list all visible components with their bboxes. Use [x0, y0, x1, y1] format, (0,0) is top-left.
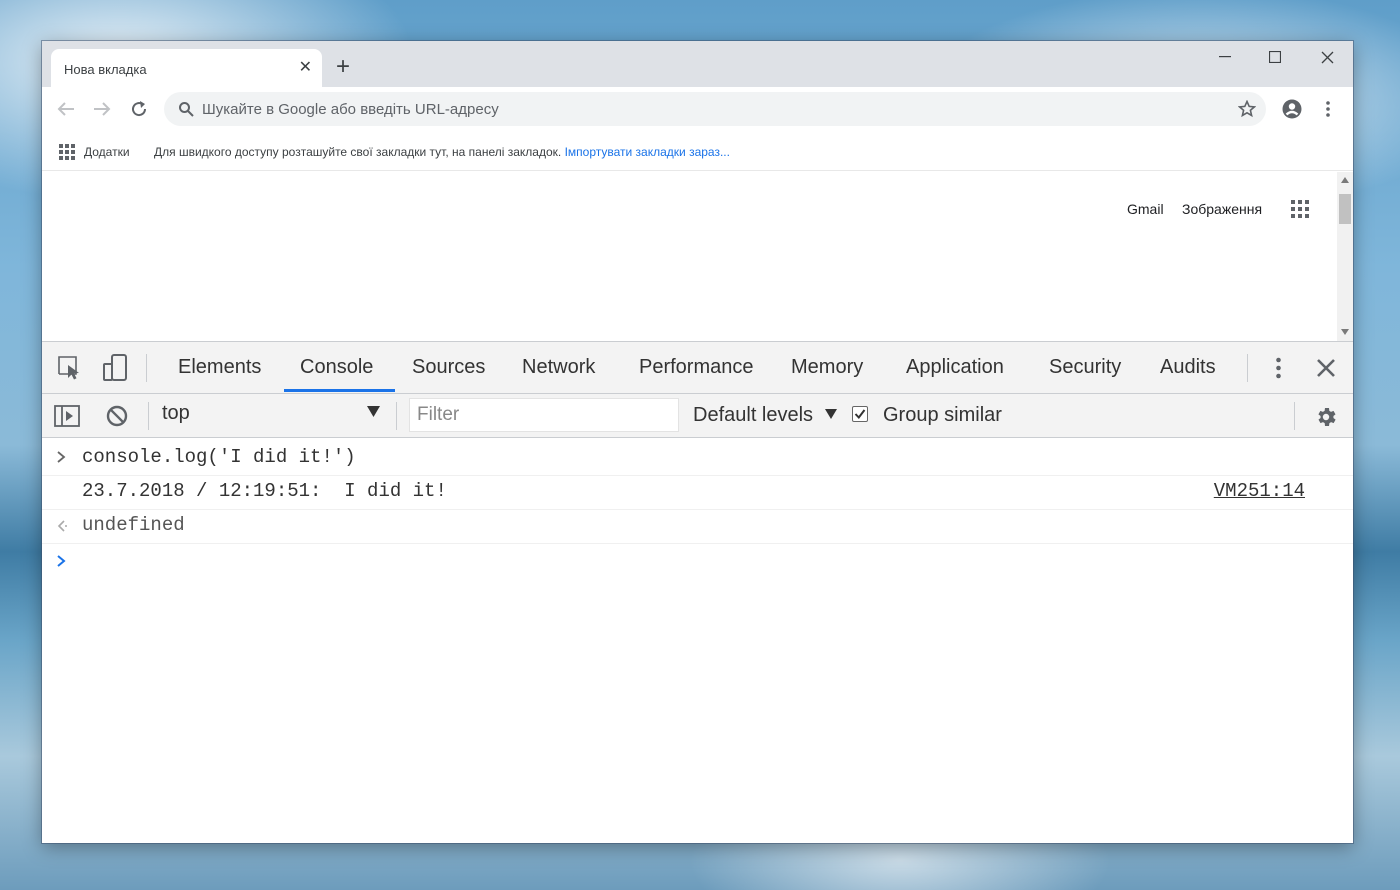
- new-tab-button[interactable]: +: [336, 55, 350, 79]
- maximize-icon: [1269, 51, 1281, 63]
- log-source-link[interactable]: VM251:14: [1214, 480, 1305, 502]
- browser-window: Нова вкладка ✕ + Шукайте в Google або вв…: [42, 41, 1353, 843]
- tab-network[interactable]: Network: [522, 356, 595, 379]
- result-value: undefined: [82, 514, 185, 536]
- close-window-icon: [1321, 51, 1333, 63]
- scroll-down-icon: [1341, 329, 1349, 335]
- toolbar-divider: [146, 354, 147, 382]
- apps-grid-icon: [59, 144, 75, 160]
- console-toolbar: top Default levels Group similar: [42, 394, 1353, 438]
- forward-arrow-icon: [94, 102, 111, 116]
- kebab-menu-icon: [1275, 357, 1281, 379]
- chrome-menu-button[interactable]: [1316, 97, 1340, 121]
- google-apps-icon[interactable]: [1291, 200, 1309, 218]
- tab-elements[interactable]: Elements: [178, 356, 261, 379]
- console-log-row: 23.7.2018 / 12:19:51: I did it! VM251:14: [42, 476, 1353, 510]
- bookmarks-hint: Для швидкого доступу розташуйте свої зак…: [154, 145, 730, 159]
- chevron-down-icon[interactable]: [367, 406, 380, 417]
- group-similar-checkbox[interactable]: [852, 406, 868, 422]
- console-command-row: console.log('I did it!'): [42, 442, 1353, 476]
- toolbar-divider: [1247, 354, 1248, 382]
- inspect-element-button[interactable]: [57, 355, 83, 381]
- console-prompt[interactable]: [42, 544, 1353, 843]
- chevron-down-icon: [824, 409, 837, 419]
- tab-console[interactable]: Console: [300, 356, 373, 379]
- console-settings-button[interactable]: [1313, 404, 1339, 430]
- omnibox[interactable]: [164, 92, 1266, 126]
- browser-toolbar: [42, 87, 1353, 131]
- context-selector[interactable]: top: [162, 402, 190, 425]
- profile-button[interactable]: [1280, 97, 1304, 121]
- result-arrow-icon: [57, 520, 67, 532]
- clear-console-icon: [106, 405, 128, 427]
- scroll-up-icon: [1341, 177, 1349, 183]
- maximize-button[interactable]: [1250, 41, 1300, 73]
- gear-icon: [1318, 408, 1336, 426]
- tab-security[interactable]: Security: [1049, 356, 1121, 379]
- tab-application[interactable]: Application: [906, 356, 1004, 379]
- tab-strip: Нова вкладка ✕ +: [42, 41, 1353, 87]
- reload-button[interactable]: [127, 97, 151, 121]
- log-message: 23.7.2018 / 12:19:51: I did it!: [82, 480, 447, 502]
- active-tab-indicator: [284, 389, 395, 392]
- account-icon: [1282, 99, 1302, 119]
- minimize-icon: [1219, 56, 1231, 58]
- devtools-panel: Elements Console Sources Network Perform…: [42, 341, 1353, 843]
- tab-title: Нова вкладка: [64, 62, 147, 77]
- tab-performance[interactable]: Performance: [639, 356, 754, 379]
- back-arrow-icon: [57, 102, 74, 116]
- page-scrollbar[interactable]: [1337, 172, 1353, 341]
- toolbar-divider: [148, 402, 149, 430]
- bookmarks-hint-text: Для швидкого доступу розташуйте свої зак…: [154, 145, 562, 159]
- devtools-tab-bar: Elements Console Sources Network Perform…: [42, 342, 1353, 394]
- search-icon: [179, 102, 194, 117]
- device-mode-icon: [103, 354, 127, 381]
- clear-console-button[interactable]: [104, 403, 130, 429]
- group-similar-label: Group similar: [883, 404, 1002, 426]
- tab-memory[interactable]: Memory: [791, 356, 863, 379]
- gmail-link[interactable]: Gmail: [1127, 201, 1164, 217]
- reload-icon: [132, 101, 147, 117]
- inspect-cursor-icon: [58, 356, 79, 380]
- toolbar-divider: [396, 402, 397, 430]
- prompt-chevron-icon: [57, 555, 66, 567]
- close-devtools-button[interactable]: [1314, 356, 1338, 380]
- console-filter-input[interactable]: [409, 398, 679, 432]
- apps-label: Додатки: [84, 145, 130, 159]
- address-input[interactable]: [202, 92, 1222, 126]
- import-bookmarks-link[interactable]: Імпортувати закладки зараз...: [565, 145, 730, 159]
- sidebar-toggle-icon: [54, 405, 80, 427]
- log-levels-dropdown[interactable]: Default levels: [693, 404, 837, 427]
- minimize-button[interactable]: [1200, 41, 1250, 73]
- bookmarks-bar: Додатки Для швидкого доступу розташуйте …: [42, 131, 1353, 171]
- console-result-row: undefined: [42, 510, 1353, 544]
- command-text: console.log('I did it!'): [82, 446, 356, 468]
- log-levels-label: Default levels: [693, 404, 814, 426]
- tab-audits[interactable]: Audits: [1160, 356, 1216, 379]
- close-window-button[interactable]: [1302, 41, 1352, 73]
- command-chevron-icon: [57, 451, 66, 463]
- page-viewport: Gmail Зображення: [42, 172, 1337, 356]
- forward-button[interactable]: [90, 97, 114, 121]
- back-button[interactable]: [54, 97, 78, 121]
- scrollbar-thumb[interactable]: [1339, 194, 1351, 224]
- device-toolbar-button[interactable]: [100, 353, 130, 383]
- show-sidebar-button[interactable]: [54, 403, 80, 429]
- apps-shortcut[interactable]: Додатки: [59, 144, 130, 160]
- tab-new-tab[interactable]: Нова вкладка ✕: [51, 49, 322, 87]
- devtools-menu-button[interactable]: [1268, 355, 1288, 381]
- close-icon: [1317, 359, 1335, 377]
- checkmark-icon: [854, 409, 866, 420]
- bookmark-star-icon: [1238, 100, 1256, 118]
- close-tab-icon[interactable]: ✕: [299, 58, 312, 78]
- kebab-menu-icon: [1326, 101, 1330, 117]
- toolbar-divider: [1294, 402, 1295, 430]
- images-link[interactable]: Зображення: [1182, 201, 1262, 217]
- tab-sources[interactable]: Sources: [412, 356, 485, 379]
